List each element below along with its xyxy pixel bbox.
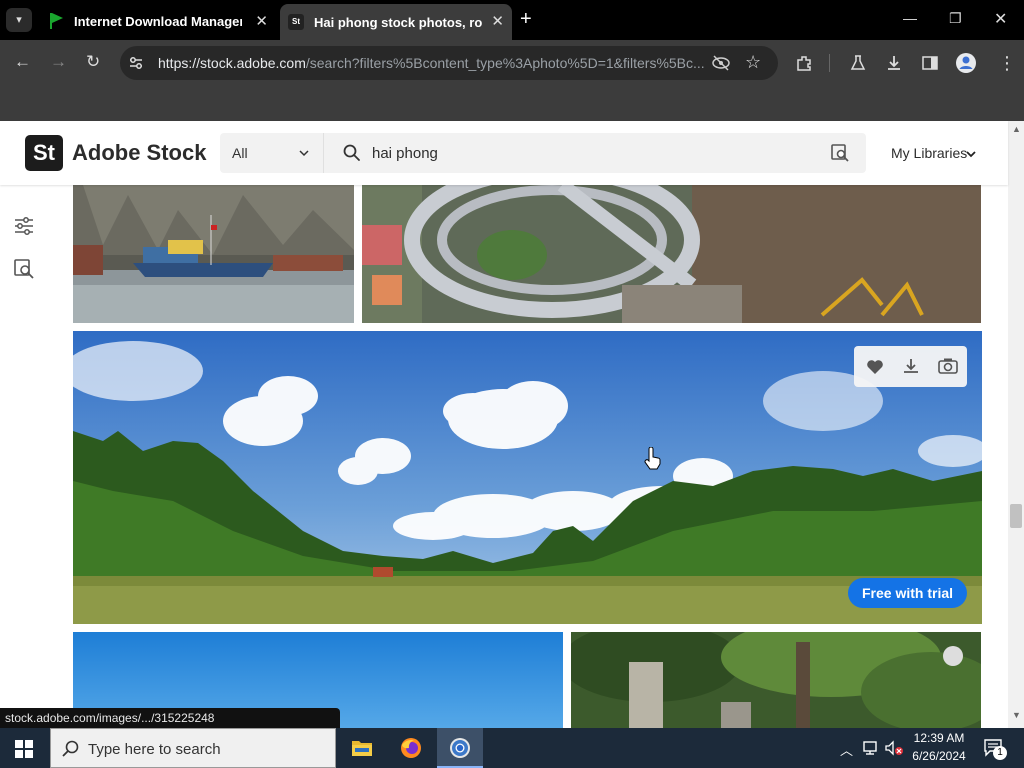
image-hover-actions: [854, 346, 967, 387]
free-with-trial-badge[interactable]: Free with trial: [848, 578, 967, 608]
result-image-trees-gate[interactable]: [571, 632, 981, 728]
tab-close-icon[interactable]: ✕: [255, 12, 268, 30]
visual-search-icon[interactable]: [13, 258, 35, 280]
bookmarks-bar: [0, 86, 1024, 121]
windows-logo-icon: [15, 740, 33, 758]
taskbar-file-explorer[interactable]: [339, 728, 385, 768]
toolbar-divider: [829, 54, 830, 72]
adobe-stock-logo[interactable]: St: [25, 135, 63, 171]
restore-window-icon[interactable]: ❐: [949, 10, 962, 27]
profile-avatar-icon[interactable]: [955, 52, 977, 74]
eye-off-icon[interactable]: [711, 54, 731, 72]
tab-search-menu-chevron-icon[interactable]: ▾: [6, 8, 32, 32]
start-button[interactable]: [0, 728, 48, 768]
search-icon: [62, 740, 79, 757]
minimize-window-icon[interactable]: —: [903, 10, 917, 26]
content-type-dropdown[interactable]: All: [220, 133, 324, 173]
tab-adobe-stock[interactable]: St Hai phong stock photos, royalt ✕: [280, 4, 512, 40]
camera-find-similar-icon[interactable]: [938, 357, 958, 375]
taskbar-chrome[interactable]: [437, 728, 483, 768]
my-libraries-menu[interactable]: My Libraries: [891, 145, 967, 161]
chevron-down-icon[interactable]: [965, 148, 977, 160]
scroll-up-arrow-icon[interactable]: ▲: [1012, 124, 1021, 134]
result-image-fishing-boats[interactable]: [73, 185, 354, 323]
search-input[interactable]: hai phong: [372, 145, 438, 162]
result-image-spiral-bridge[interactable]: [362, 185, 981, 323]
network-icon[interactable]: [862, 740, 880, 756]
site-info-tune-icon[interactable]: [128, 55, 144, 71]
browser-tab-bar: ▾ Internet Download Manager is ✕ St Hai …: [0, 0, 1024, 40]
volume-muted-icon[interactable]: [884, 740, 904, 756]
close-window-icon[interactable]: ✕: [994, 9, 1007, 29]
scroll-thumb[interactable]: [1010, 504, 1022, 528]
content-type-value: All: [232, 145, 248, 161]
new-tab-button[interactable]: +: [520, 8, 532, 31]
site-header: St Adobe Stock All hai phong My Librarie…: [0, 121, 1008, 185]
result-image-green-mountains[interactable]: [73, 331, 982, 624]
page-scrollbar[interactable]: ▲ ▼: [1008, 121, 1024, 728]
brand-name[interactable]: Adobe Stock: [72, 140, 206, 166]
clock-date[interactable]: 6/26/2024: [908, 749, 970, 763]
taskbar-search-placeholder: Type here to search: [88, 741, 221, 758]
taskbar-search-box[interactable]: Type here to search: [50, 728, 336, 768]
bookmark-star-icon[interactable]: ☆: [745, 52, 761, 73]
hand-cursor-icon: [644, 447, 661, 470]
idm-flag-icon: [48, 13, 64, 29]
scroll-down-arrow-icon[interactable]: ▼: [1012, 710, 1021, 720]
side-panel-icon[interactable]: [921, 54, 939, 72]
adobe-stock-favicon-icon: St: [288, 14, 304, 30]
search-bar[interactable]: hai phong: [324, 133, 866, 173]
tab-title: Internet Download Manager is: [74, 13, 242, 29]
tab-internet-download-manager[interactable]: Internet Download Manager is ✕: [40, 6, 276, 36]
labs-flask-icon[interactable]: [849, 54, 867, 72]
taskbar-firefox[interactable]: [388, 728, 434, 768]
more-menu-icon[interactable]: ⋮: [998, 53, 1016, 74]
search-icon[interactable]: [342, 143, 362, 163]
back-arrow-icon[interactable]: ←: [14, 52, 31, 72]
forward-arrow-icon[interactable]: →: [50, 52, 67, 72]
chrome-icon: [450, 738, 470, 758]
link-status-url: stock.adobe.com/images/.../315225248: [0, 708, 340, 728]
filters-sliders-icon[interactable]: [13, 216, 35, 236]
url-text[interactable]: https://stock.adobe.com/search?filters%5…: [158, 55, 708, 71]
download-icon[interactable]: [902, 357, 920, 375]
firefox-icon: [401, 738, 421, 758]
reload-icon[interactable]: ↻: [86, 52, 100, 72]
notification-count-badge: 1: [993, 746, 1007, 760]
clock-time[interactable]: 12:39 AM: [908, 731, 970, 745]
tab-close-icon[interactable]: ✕: [491, 12, 504, 30]
filter-sidebar: [0, 185, 48, 728]
folder-icon: [352, 741, 372, 756]
tab-title: Hai phong stock photos, royalt: [314, 14, 482, 30]
extensions-puzzle-icon[interactable]: [795, 54, 813, 72]
chevron-down-icon: [299, 150, 309, 157]
show-hidden-icons-chevron-icon[interactable]: ︿: [840, 740, 853, 759]
heart-icon[interactable]: [866, 358, 884, 376]
windows-taskbar: Type here to search ︿ 12:39 AM 6/26/2024…: [0, 728, 1024, 768]
visual-search-icon[interactable]: [830, 143, 850, 163]
downloads-icon[interactable]: [885, 54, 903, 72]
